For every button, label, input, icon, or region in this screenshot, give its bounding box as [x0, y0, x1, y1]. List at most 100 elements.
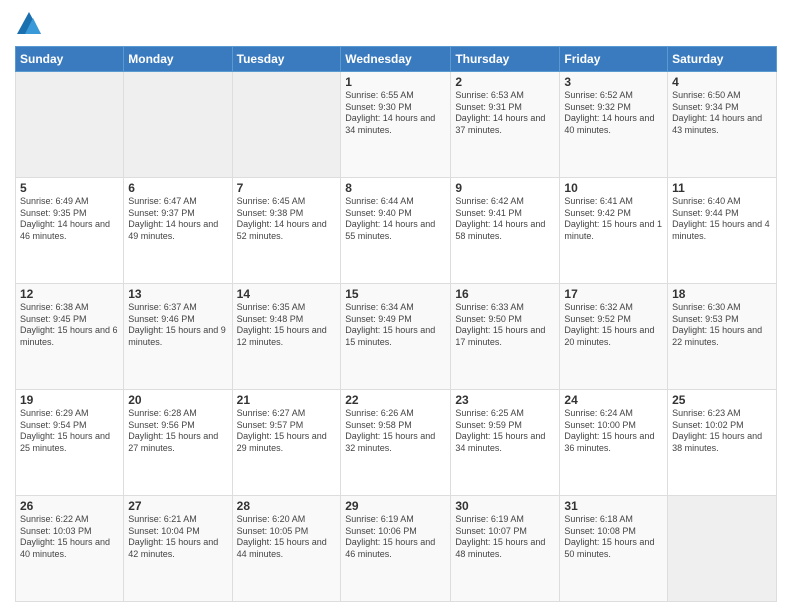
day-info: Sunrise: 6:21 AMSunset: 10:04 PMDaylight…: [128, 514, 227, 561]
calendar-cell: 20Sunrise: 6:28 AMSunset: 9:56 PMDayligh…: [124, 390, 232, 496]
calendar-cell: [232, 72, 341, 178]
calendar-cell: 6Sunrise: 6:47 AMSunset: 9:37 PMDaylight…: [124, 178, 232, 284]
day-info: Sunrise: 6:40 AMSunset: 9:44 PMDaylight:…: [672, 196, 772, 243]
calendar-cell: 8Sunrise: 6:44 AMSunset: 9:40 PMDaylight…: [341, 178, 451, 284]
day-number: 8: [345, 181, 446, 195]
calendar-cell: 28Sunrise: 6:20 AMSunset: 10:05 PMDaylig…: [232, 496, 341, 602]
day-number: 15: [345, 287, 446, 301]
day-number: 29: [345, 499, 446, 513]
day-info: Sunrise: 6:52 AMSunset: 9:32 PMDaylight:…: [564, 90, 663, 137]
calendar-cell: 12Sunrise: 6:38 AMSunset: 9:45 PMDayligh…: [16, 284, 124, 390]
calendar-cell: [16, 72, 124, 178]
day-info: Sunrise: 6:24 AMSunset: 10:00 PMDaylight…: [564, 408, 663, 455]
calendar-cell: 29Sunrise: 6:19 AMSunset: 10:06 PMDaylig…: [341, 496, 451, 602]
day-info: Sunrise: 6:34 AMSunset: 9:49 PMDaylight:…: [345, 302, 446, 349]
day-info: Sunrise: 6:23 AMSunset: 10:02 PMDaylight…: [672, 408, 772, 455]
calendar-week-row: 19Sunrise: 6:29 AMSunset: 9:54 PMDayligh…: [16, 390, 777, 496]
day-number: 2: [455, 75, 555, 89]
calendar-cell: 17Sunrise: 6:32 AMSunset: 9:52 PMDayligh…: [560, 284, 668, 390]
calendar-week-row: 12Sunrise: 6:38 AMSunset: 9:45 PMDayligh…: [16, 284, 777, 390]
day-number: 17: [564, 287, 663, 301]
calendar-cell: 16Sunrise: 6:33 AMSunset: 9:50 PMDayligh…: [451, 284, 560, 390]
day-number: 5: [20, 181, 119, 195]
calendar-cell: [124, 72, 232, 178]
calendar-cell: 21Sunrise: 6:27 AMSunset: 9:57 PMDayligh…: [232, 390, 341, 496]
day-info: Sunrise: 6:19 AMSunset: 10:07 PMDaylight…: [455, 514, 555, 561]
calendar-week-row: 1Sunrise: 6:55 AMSunset: 9:30 PMDaylight…: [16, 72, 777, 178]
day-of-week-header: Wednesday: [341, 47, 451, 72]
day-of-week-header: Thursday: [451, 47, 560, 72]
day-info: Sunrise: 6:28 AMSunset: 9:56 PMDaylight:…: [128, 408, 227, 455]
calendar-cell: 5Sunrise: 6:49 AMSunset: 9:35 PMDaylight…: [16, 178, 124, 284]
day-info: Sunrise: 6:20 AMSunset: 10:05 PMDaylight…: [237, 514, 337, 561]
calendar-week-row: 5Sunrise: 6:49 AMSunset: 9:35 PMDaylight…: [16, 178, 777, 284]
day-number: 26: [20, 499, 119, 513]
calendar-cell: 30Sunrise: 6:19 AMSunset: 10:07 PMDaylig…: [451, 496, 560, 602]
day-info: Sunrise: 6:45 AMSunset: 9:38 PMDaylight:…: [237, 196, 337, 243]
calendar-cell: 18Sunrise: 6:30 AMSunset: 9:53 PMDayligh…: [668, 284, 777, 390]
day-number: 13: [128, 287, 227, 301]
day-info: Sunrise: 6:22 AMSunset: 10:03 PMDaylight…: [20, 514, 119, 561]
calendar-cell: 19Sunrise: 6:29 AMSunset: 9:54 PMDayligh…: [16, 390, 124, 496]
day-of-week-header: Saturday: [668, 47, 777, 72]
calendar-cell: 25Sunrise: 6:23 AMSunset: 10:02 PMDaylig…: [668, 390, 777, 496]
day-number: 28: [237, 499, 337, 513]
day-info: Sunrise: 6:25 AMSunset: 9:59 PMDaylight:…: [455, 408, 555, 455]
day-info: Sunrise: 6:19 AMSunset: 10:06 PMDaylight…: [345, 514, 446, 561]
day-info: Sunrise: 6:35 AMSunset: 9:48 PMDaylight:…: [237, 302, 337, 349]
calendar-cell: 2Sunrise: 6:53 AMSunset: 9:31 PMDaylight…: [451, 72, 560, 178]
day-number: 27: [128, 499, 227, 513]
calendar-cell: 1Sunrise: 6:55 AMSunset: 9:30 PMDaylight…: [341, 72, 451, 178]
day-info: Sunrise: 6:53 AMSunset: 9:31 PMDaylight:…: [455, 90, 555, 137]
day-number: 25: [672, 393, 772, 407]
day-number: 7: [237, 181, 337, 195]
day-number: 23: [455, 393, 555, 407]
calendar-cell: 26Sunrise: 6:22 AMSunset: 10:03 PMDaylig…: [16, 496, 124, 602]
calendar-cell: 24Sunrise: 6:24 AMSunset: 10:00 PMDaylig…: [560, 390, 668, 496]
day-number: 22: [345, 393, 446, 407]
day-info: Sunrise: 6:27 AMSunset: 9:57 PMDaylight:…: [237, 408, 337, 455]
calendar-cell: 23Sunrise: 6:25 AMSunset: 9:59 PMDayligh…: [451, 390, 560, 496]
day-info: Sunrise: 6:49 AMSunset: 9:35 PMDaylight:…: [20, 196, 119, 243]
day-number: 16: [455, 287, 555, 301]
calendar-cell: 7Sunrise: 6:45 AMSunset: 9:38 PMDaylight…: [232, 178, 341, 284]
day-info: Sunrise: 6:32 AMSunset: 9:52 PMDaylight:…: [564, 302, 663, 349]
day-number: 21: [237, 393, 337, 407]
calendar-cell: 22Sunrise: 6:26 AMSunset: 9:58 PMDayligh…: [341, 390, 451, 496]
calendar-table: SundayMondayTuesdayWednesdayThursdayFrid…: [15, 46, 777, 602]
day-of-week-header: Tuesday: [232, 47, 341, 72]
page: SundayMondayTuesdayWednesdayThursdayFrid…: [0, 0, 792, 612]
day-number: 19: [20, 393, 119, 407]
day-number: 11: [672, 181, 772, 195]
day-of-week-header: Friday: [560, 47, 668, 72]
day-number: 4: [672, 75, 772, 89]
day-info: Sunrise: 6:18 AMSunset: 10:08 PMDaylight…: [564, 514, 663, 561]
calendar-cell: 15Sunrise: 6:34 AMSunset: 9:49 PMDayligh…: [341, 284, 451, 390]
day-info: Sunrise: 6:38 AMSunset: 9:45 PMDaylight:…: [20, 302, 119, 349]
day-number: 10: [564, 181, 663, 195]
day-info: Sunrise: 6:41 AMSunset: 9:42 PMDaylight:…: [564, 196, 663, 243]
calendar-cell: [668, 496, 777, 602]
day-of-week-header: Monday: [124, 47, 232, 72]
calendar-cell: 4Sunrise: 6:50 AMSunset: 9:34 PMDaylight…: [668, 72, 777, 178]
calendar-header: SundayMondayTuesdayWednesdayThursdayFrid…: [16, 47, 777, 72]
day-number: 14: [237, 287, 337, 301]
calendar-cell: 13Sunrise: 6:37 AMSunset: 9:46 PMDayligh…: [124, 284, 232, 390]
day-of-week-header: Sunday: [16, 47, 124, 72]
day-info: Sunrise: 6:33 AMSunset: 9:50 PMDaylight:…: [455, 302, 555, 349]
calendar-cell: 3Sunrise: 6:52 AMSunset: 9:32 PMDaylight…: [560, 72, 668, 178]
calendar-cell: 14Sunrise: 6:35 AMSunset: 9:48 PMDayligh…: [232, 284, 341, 390]
logo-icon: [15, 10, 43, 38]
day-number: 1: [345, 75, 446, 89]
day-number: 12: [20, 287, 119, 301]
day-info: Sunrise: 6:30 AMSunset: 9:53 PMDaylight:…: [672, 302, 772, 349]
day-info: Sunrise: 6:44 AMSunset: 9:40 PMDaylight:…: [345, 196, 446, 243]
day-header-row: SundayMondayTuesdayWednesdayThursdayFrid…: [16, 47, 777, 72]
day-info: Sunrise: 6:50 AMSunset: 9:34 PMDaylight:…: [672, 90, 772, 137]
calendar-cell: 27Sunrise: 6:21 AMSunset: 10:04 PMDaylig…: [124, 496, 232, 602]
calendar-cell: 9Sunrise: 6:42 AMSunset: 9:41 PMDaylight…: [451, 178, 560, 284]
day-info: Sunrise: 6:47 AMSunset: 9:37 PMDaylight:…: [128, 196, 227, 243]
day-number: 30: [455, 499, 555, 513]
calendar-cell: 11Sunrise: 6:40 AMSunset: 9:44 PMDayligh…: [668, 178, 777, 284]
day-number: 31: [564, 499, 663, 513]
